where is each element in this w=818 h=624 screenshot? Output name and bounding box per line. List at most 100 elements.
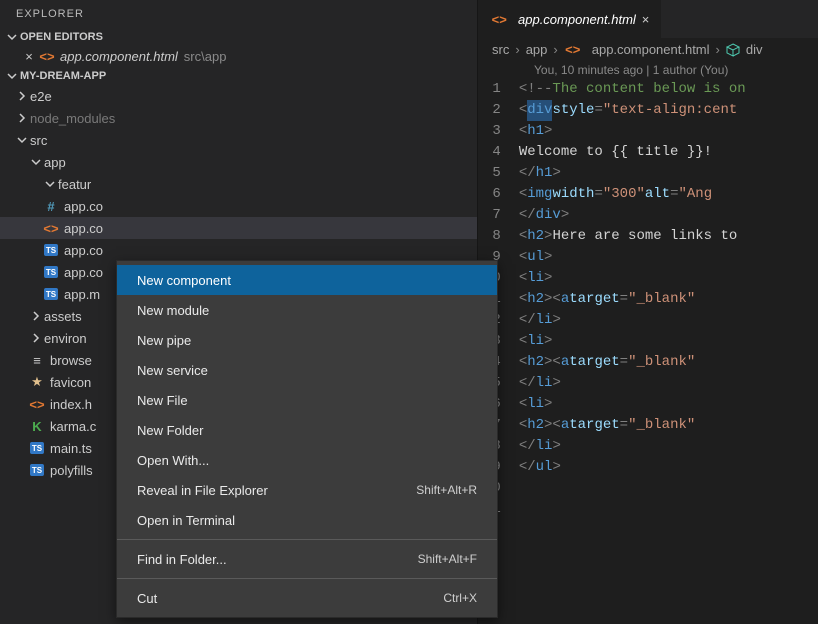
- karma-icon: K: [32, 419, 41, 434]
- folder-item[interactable]: src: [0, 129, 477, 151]
- chevron-right-icon: ›: [716, 42, 720, 57]
- tree-label: main.ts: [50, 441, 92, 456]
- tree-label: assets: [44, 309, 82, 324]
- star-icon: ★: [31, 374, 43, 390]
- menu-label: Open in Terminal: [137, 513, 235, 528]
- close-icon[interactable]: ×: [20, 49, 38, 64]
- code-line[interactable]: </li>: [519, 310, 746, 331]
- code-line[interactable]: </ul>: [519, 457, 746, 478]
- breadcrumb-item[interactable]: app: [526, 42, 548, 57]
- open-editor-item[interactable]: × <> app.component.html src\app: [0, 46, 477, 67]
- code-line[interactable]: <h2><a target="_blank": [519, 352, 746, 373]
- menu-item[interactable]: New Folder: [117, 415, 497, 445]
- tree-label: app.co: [64, 243, 103, 258]
- tree-label: featur: [58, 177, 91, 192]
- menu-shortcut: Shift+Alt+F: [418, 552, 477, 566]
- open-editors-label: OPEN EDITORS: [20, 31, 103, 43]
- file-item[interactable]: # app.co: [0, 195, 477, 217]
- editor-tabs: <> app.component.html ×: [478, 0, 818, 38]
- line-number: 3: [484, 121, 501, 142]
- menu-label: New service: [137, 363, 208, 378]
- tree-label: browse: [50, 353, 92, 368]
- code-line[interactable]: <h2>Here are some links to: [519, 226, 746, 247]
- tree-label: app.co: [64, 199, 103, 214]
- code-line[interactable]: </li>: [519, 373, 746, 394]
- tree-label: polyfills: [50, 463, 93, 478]
- menu-item[interactable]: Cut Ctrl+X: [117, 583, 497, 613]
- tree-label: karma.c: [50, 419, 96, 434]
- menu-shortcut: Ctrl+X: [443, 591, 477, 605]
- chevron-right-icon: [14, 91, 30, 101]
- line-number: 5: [484, 163, 501, 184]
- folder-item[interactable]: app: [0, 151, 477, 173]
- code-editor[interactable]: 123456789101112131415161718192021 <!--Th…: [478, 79, 818, 624]
- tree-label: app.m: [64, 287, 100, 302]
- code-content[interactable]: <!--The content below is on<div style="t…: [519, 79, 746, 624]
- breadcrumb-item[interactable]: app.component.html: [592, 42, 710, 57]
- code-line[interactable]: <h2><a target="_blank": [519, 289, 746, 310]
- chevron-down-icon: [4, 32, 20, 42]
- breadcrumb-item[interactable]: div: [746, 42, 763, 57]
- code-line[interactable]: <ul>: [519, 247, 746, 268]
- menu-shortcut: Shift+Alt+R: [416, 483, 477, 497]
- menu-item[interactable]: New File: [117, 385, 497, 415]
- chevron-right-icon: ›: [515, 42, 519, 57]
- file-item[interactable]: TSapp.co: [0, 239, 477, 261]
- code-line[interactable]: <li>: [519, 268, 746, 289]
- menu-item[interactable]: New pipe: [117, 325, 497, 355]
- css-icon: #: [47, 199, 54, 214]
- menu-item[interactable]: New service: [117, 355, 497, 385]
- menu-separator: [117, 539, 497, 540]
- close-icon[interactable]: ×: [642, 12, 650, 27]
- tree-label: favicon: [50, 375, 91, 390]
- menu-item[interactable]: Find in Folder...Shift+Alt+F: [117, 544, 497, 574]
- line-number: 8: [484, 226, 501, 247]
- file-item[interactable]: <>app.co: [0, 217, 477, 239]
- editor-panel: <> app.component.html × src › app › <> a…: [477, 0, 818, 624]
- folder-item[interactable]: e2e: [0, 85, 477, 107]
- html-icon: <>: [29, 397, 44, 412]
- code-line[interactable]: <h1>: [519, 121, 746, 142]
- chevron-right-icon: [14, 113, 30, 123]
- typescript-icon: TS: [30, 464, 44, 476]
- chevron-right-icon: [28, 333, 44, 343]
- menu-item[interactable]: Open With...: [117, 445, 497, 475]
- tree-label: src: [30, 133, 47, 148]
- code-line[interactable]: </h1>: [519, 163, 746, 184]
- menu-item[interactable]: New component: [117, 265, 497, 295]
- breadcrumb[interactable]: src › app › <> app.component.html › div: [478, 38, 818, 61]
- code-line[interactable]: Welcome to {{ title }}!: [519, 142, 746, 163]
- explorer-title: EXPLORER: [0, 0, 477, 28]
- tab-app-component[interactable]: <> app.component.html ×: [478, 0, 661, 38]
- code-line[interactable]: </li>: [519, 436, 746, 457]
- line-number: 7: [484, 205, 501, 226]
- tree-label: environ: [44, 331, 87, 346]
- code-line[interactable]: [519, 499, 746, 520]
- project-header[interactable]: MY-DREAM-APP: [0, 67, 477, 85]
- open-editors-header[interactable]: OPEN EDITORS: [0, 28, 477, 46]
- code-line[interactable]: <!--The content below is on: [519, 79, 746, 100]
- code-line[interactable]: [519, 478, 746, 499]
- chevron-right-icon: [28, 311, 44, 321]
- tree-label: app: [44, 155, 66, 170]
- code-line[interactable]: <li>: [519, 331, 746, 352]
- menu-item[interactable]: Open in Terminal: [117, 505, 497, 535]
- menu-separator: [117, 578, 497, 579]
- menu-label: Cut: [137, 591, 157, 606]
- menu-item[interactable]: Reveal in File Explorer Shift+Alt+R: [117, 475, 497, 505]
- code-line[interactable]: </div>: [519, 205, 746, 226]
- line-number: 2: [484, 100, 501, 121]
- menu-label: New Folder: [137, 423, 203, 438]
- folder-item[interactable]: featur: [0, 173, 477, 195]
- typescript-icon: TS: [44, 288, 58, 300]
- menu-label: Reveal in File Explorer: [137, 483, 268, 498]
- breadcrumb-item[interactable]: src: [492, 42, 509, 57]
- code-line[interactable]: <li>: [519, 394, 746, 415]
- open-editor-path: src\app: [184, 49, 227, 64]
- code-line[interactable]: <h2><a target="_blank": [519, 415, 746, 436]
- folder-item[interactable]: node_modules: [0, 107, 477, 129]
- menu-item[interactable]: New module: [117, 295, 497, 325]
- code-line[interactable]: <div style="text-align:cent: [519, 100, 746, 121]
- code-line[interactable]: <img width="300" alt="Ang: [519, 184, 746, 205]
- element-icon: [726, 43, 740, 57]
